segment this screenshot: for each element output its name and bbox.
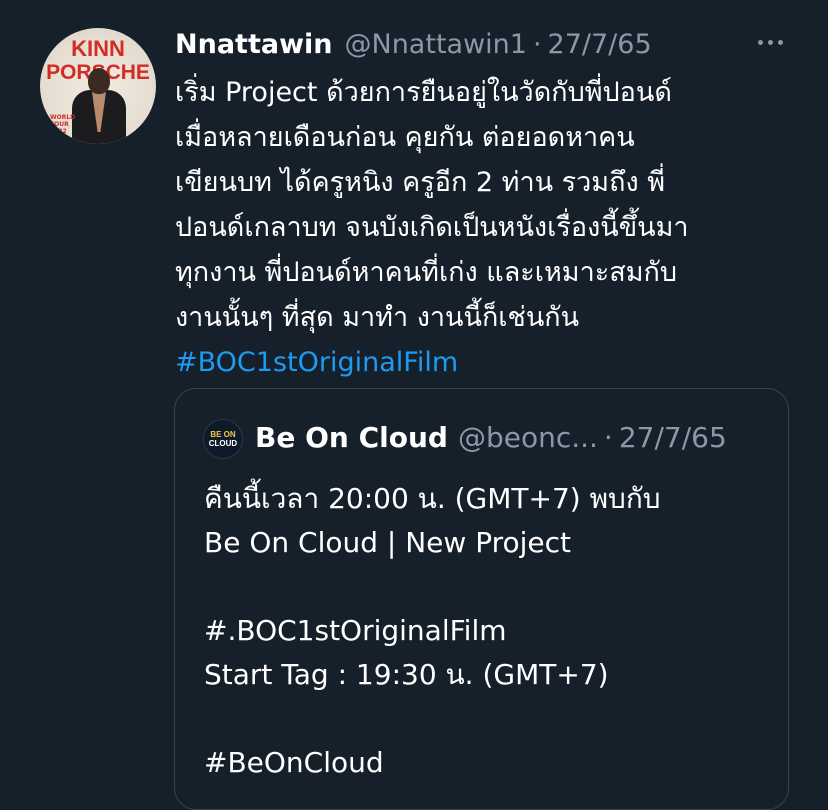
more-horizontal-icon[interactable] (752, 30, 788, 54)
quoted-author-display-name[interactable]: Be On Cloud (255, 421, 448, 454)
quoted-text-line: Be On Cloud | New Project (204, 526, 572, 559)
quoted-text-line: #.BOC1stOriginalFilm (204, 614, 507, 647)
quoted-text-line: #BeOnCloud (204, 746, 384, 779)
tweet-date[interactable]: 27/7/65 (548, 29, 652, 60)
quoted-avatar-text-2: CLOUD (208, 439, 238, 448)
quoted-text-line: Start Tag : 19:30 น. (GMT+7) (204, 658, 609, 691)
more-dot (767, 39, 773, 45)
tweet-text-line: งานนั้นๆ ที่สุด มาทำ งานนี้ก็เช่นกัน (175, 302, 580, 333)
quoted-text-line (204, 697, 774, 741)
author-handle[interactable]: @Nnattawin1 (345, 29, 527, 60)
tweet-header: Nnattawin @Nnattawin1 · 27/7/65 (175, 24, 652, 64)
tweet-text-line: ปอนด์เกลาบท จนบังเกิดเป็นหนังเรื่องนี้ขึ… (175, 212, 689, 243)
avatar-tour-text: WORLD TOUR 2022 (50, 114, 76, 135)
quoted-tweet-date[interactable]: 27/7/65 (619, 421, 727, 454)
more-dot (777, 39, 783, 45)
quoted-avatar-text-1: BE ON (210, 430, 236, 439)
author-display-name[interactable]: Nnattawin (175, 29, 333, 60)
hashtag-link[interactable]: #BOC1stOriginalFilm (175, 340, 815, 385)
quoted-tweet-header: Be On Cloud @beonc... · 27/7/65 (255, 417, 727, 457)
quoted-text-line (204, 565, 774, 609)
quoted-tweet-text: คืนนี้เวลา 20:00 น. (GMT+7) พบกับ Be On … (204, 477, 774, 785)
tweet-text: เริ่ม Project ด้วยการยืนอยู่ในวัดกับพี่ป… (175, 70, 815, 385)
separator-dot: · (603, 420, 613, 454)
quoted-text-line: คืนนี้เวลา 20:00 น. (GMT+7) พบกับ (204, 482, 661, 515)
separator-dot: · (532, 28, 542, 60)
quoted-author-avatar[interactable]: BE ON CLOUD (203, 419, 243, 459)
quoted-tweet-card[interactable]: BE ON CLOUD Be On Cloud @beonc... · 27/7… (174, 388, 789, 810)
tweet-text-line: เริ่ม Project ด้วยการยืนอยู่ในวัดกับพี่ป… (175, 77, 672, 108)
more-dot (757, 39, 763, 45)
author-avatar[interactable]: KINN PORSCHE WORLD TOUR 2022 (40, 28, 156, 144)
quoted-author-handle[interactable]: @beonc... (458, 421, 598, 454)
tweet-text-line: ทุกงาน พี่ปอนด์หาคนที่เก่ง และเหมาะสมกับ (175, 257, 677, 288)
avatar-logo-text-1: KINN (71, 36, 125, 61)
tweet-text-line: เมื่อหลายเดือนก่อน คุยกัน ต่อยอดหาคน (175, 122, 635, 153)
avatar-figure-head (88, 68, 110, 94)
tweet-text-line: เขียนบท ได้ครูหนิง ครูอีก 2 ท่าน รวมถึง … (175, 167, 666, 198)
